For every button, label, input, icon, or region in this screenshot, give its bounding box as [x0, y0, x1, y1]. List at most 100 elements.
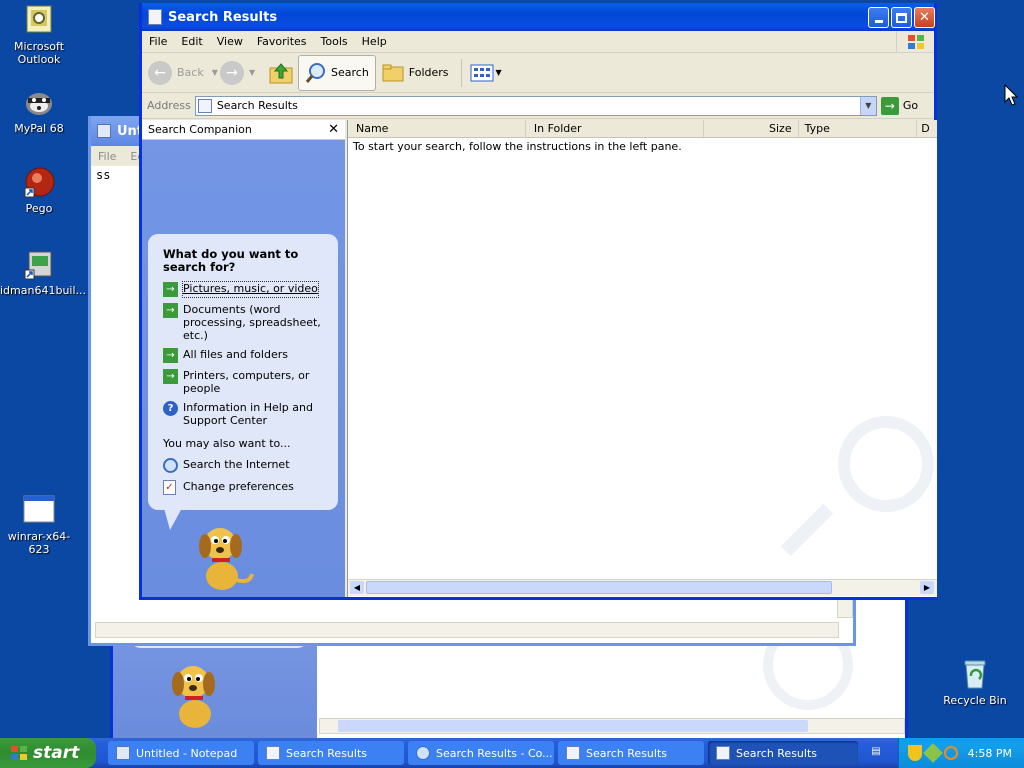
search-tray-icon[interactable]	[943, 746, 958, 760]
notepad-hscroll[interactable]	[95, 622, 839, 638]
option-label: Printers, computers, or people	[183, 369, 310, 395]
column-in-folder[interactable]: In Folder	[526, 120, 704, 137]
forward-arrow-icon: →	[220, 60, 244, 85]
column-type[interactable]: Type	[799, 120, 918, 137]
dog-icon	[163, 656, 233, 733]
views-dropdown-icon: ▼	[495, 68, 502, 77]
start-label: start	[33, 743, 80, 763]
back-label: Back	[177, 66, 204, 79]
task-search-results-1[interactable]: Search Results	[258, 741, 404, 765]
magnifier-watermark	[838, 416, 934, 512]
internet-search-icon	[163, 458, 178, 473]
desktop-icon-label: Pego	[25, 202, 53, 215]
address-input[interactable]: Search Results ▼	[194, 95, 877, 116]
search-results-window[interactable]: Search Results ✕ File Edit View Favorite…	[139, 3, 937, 600]
help-icon: ?	[163, 401, 178, 416]
forward-button[interactable]: → ▼	[220, 60, 266, 85]
green-arrow-icon: →	[163, 348, 178, 363]
go-arrow-icon: →	[880, 96, 899, 115]
address-dropdown-button[interactable]: ▼	[859, 96, 876, 115]
search-options-bubble: What do you want to search for? → Pictur…	[148, 234, 338, 510]
column-header: Name In Folder Size Type D	[348, 120, 937, 138]
search-label: Search	[331, 66, 369, 79]
search-task-icon	[266, 746, 280, 760]
notepad-vscroll[interactable]	[837, 598, 853, 618]
recycle-bin-icon	[959, 658, 991, 690]
raccoon-icon	[23, 86, 55, 118]
column-size[interactable]: Size	[704, 120, 799, 137]
option-change-preferences[interactable]: ✓ Change preferences	[163, 480, 328, 495]
desktop-icon-outlook[interactable]: Microsoft Outlook	[0, 4, 78, 66]
scroll-left-arrow-icon[interactable]: ◀	[350, 581, 364, 594]
option-all-files[interactable]: → All files and folders	[163, 348, 328, 363]
desktop-icon-recycle-bin[interactable]: Recycle Bin	[936, 658, 1014, 707]
up-folder-button[interactable]	[266, 62, 296, 84]
desktop-icon-idman[interactable]: idman641buil...	[0, 248, 86, 297]
desktop-icon-label: winrar-x64-623	[7, 530, 71, 556]
h-scrollbar-bg[interactable]	[319, 718, 905, 734]
folders-button[interactable]: Folders	[382, 63, 449, 83]
option-label: Change preferences	[183, 480, 294, 493]
go-label: Go	[902, 99, 919, 112]
task-search-results-active[interactable]: Search Results	[708, 741, 858, 765]
go-button[interactable]: → Go	[880, 96, 919, 115]
companion-title: Search Companion	[148, 123, 252, 136]
start-button[interactable]: start	[0, 738, 96, 768]
toolbar: ← Back ▼ → ▼ Search Folders ▼	[142, 53, 934, 93]
minimize-icon	[874, 20, 883, 23]
search-window-icon	[148, 9, 162, 25]
menu-favorites[interactable]: Favorites	[250, 35, 314, 48]
option-search-internet[interactable]: Search the Internet	[163, 458, 328, 473]
h-scrollbar[interactable]: ◀ ▶	[348, 579, 937, 596]
address-value: Search Results	[216, 99, 298, 112]
maximize-button[interactable]	[891, 7, 912, 28]
scroll-right-arrow-icon[interactable]: ▶	[920, 581, 934, 594]
close-button[interactable]: ✕	[914, 7, 935, 28]
option-label: Pictures, music, or video	[182, 281, 319, 298]
companion-header: Search Companion ✕	[142, 120, 345, 140]
scroll-thumb[interactable]	[366, 581, 832, 594]
desktop-icon-mypal[interactable]: MyPal 68	[0, 86, 78, 135]
speech-bubble-tail	[164, 508, 182, 530]
pego-icon	[23, 166, 55, 198]
menu-file[interactable]: File	[142, 35, 174, 48]
titlebar[interactable]: Search Results ✕	[142, 3, 935, 31]
column-name[interactable]: Name	[348, 120, 526, 137]
menu-tools[interactable]: Tools	[314, 35, 355, 48]
option-help[interactable]: ? Information in Help and Support Center	[163, 401, 328, 427]
folders-label: Folders	[408, 66, 449, 79]
column-date[interactable]: D	[917, 120, 937, 137]
desktop-icon-pego[interactable]: Pego	[0, 166, 78, 215]
menu-help[interactable]: Help	[355, 35, 394, 48]
companion-close-icon[interactable]: ✕	[328, 122, 339, 137]
maximize-icon	[896, 12, 907, 23]
notepad-menu-file[interactable]: File	[91, 150, 123, 163]
taskbar-overflow-icon[interactable]: ▤	[866, 746, 886, 760]
desktop-icon-label: Microsoft Outlook	[13, 40, 65, 66]
option-printers[interactable]: → Printers, computers, or people	[163, 369, 328, 395]
back-button[interactable]: ← Back ▼	[148, 60, 220, 85]
option-pictures[interactable]: → Pictures, music, or video	[163, 281, 328, 298]
option-documents[interactable]: → Documents (word processing, spreadshee…	[163, 303, 328, 342]
outlook-icon	[23, 4, 55, 36]
search-dog-icon	[190, 518, 260, 595]
search-button[interactable]: Search	[298, 54, 376, 91]
minimize-button[interactable]	[868, 7, 889, 28]
desktop-icon-label: Recycle Bin	[943, 694, 1007, 707]
task-notepad[interactable]: Untitled - Notepad	[108, 741, 254, 765]
task-search-results-2[interactable]: Search Results	[558, 741, 704, 765]
security-shield-icon[interactable]	[907, 745, 922, 761]
menu-edit[interactable]: Edit	[174, 35, 209, 48]
option-label: Information in Help and Support Center	[183, 401, 313, 427]
task-label: Search Results	[286, 746, 368, 760]
results-pane: Name In Folder Size Type D To start your…	[347, 120, 937, 597]
task-search-results-computers[interactable]: Search Results - Co...	[408, 741, 554, 765]
menu-view[interactable]: View	[210, 35, 250, 48]
windows-flag-icon	[11, 746, 27, 760]
network-icon[interactable]	[922, 743, 943, 763]
back-arrow-icon: ←	[148, 60, 172, 85]
desktop-icon-winrar[interactable]: winrar-x64-623	[0, 494, 78, 556]
search-task-icon	[566, 746, 580, 760]
views-button[interactable]: ▼	[470, 64, 502, 82]
search-computers-task-icon	[416, 746, 430, 760]
